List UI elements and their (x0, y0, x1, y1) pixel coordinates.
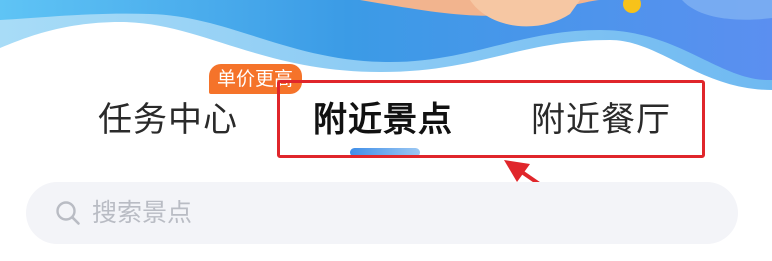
top-banner (0, 0, 772, 90)
search-bar[interactable]: 搜索景点 (26, 182, 738, 244)
search-icon (56, 201, 80, 225)
highlight-box-annotation (277, 80, 705, 158)
search-placeholder: 搜索景点 (92, 198, 193, 227)
banner-illustration (0, 0, 772, 90)
tab-task-center[interactable]: 任务中心 (98, 97, 238, 143)
